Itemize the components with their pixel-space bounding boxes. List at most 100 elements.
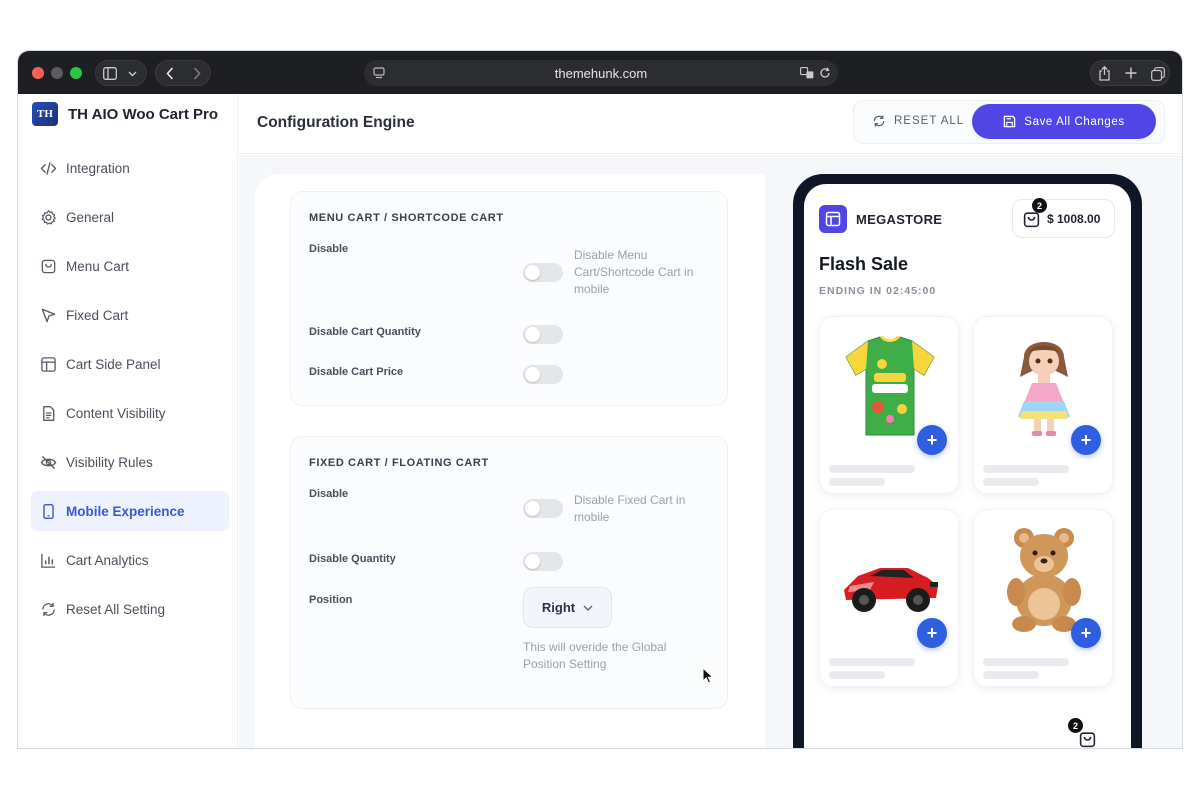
sidebar-item-label: Fixed Cart bbox=[66, 307, 129, 323]
tab-overview-icon[interactable] bbox=[1151, 67, 1165, 81]
sale-countdown: ENDING IN 02:45:00 bbox=[819, 285, 937, 297]
chevron-down-icon bbox=[583, 605, 593, 611]
page-header: Configuration Engine RESET ALL Save All … bbox=[239, 94, 1182, 154]
sidebar-item-label: Visibility Rules bbox=[66, 454, 153, 470]
placeholder-line bbox=[983, 465, 1069, 473]
disable-menu-cart-toggle[interactable] bbox=[523, 263, 563, 282]
save-all-changes-label: Save All Changes bbox=[1024, 115, 1125, 128]
add-to-cart-button[interactable]: + bbox=[1071, 618, 1101, 648]
position-select[interactable]: Right bbox=[523, 587, 612, 628]
sidebar-item-label: Cart Side Panel bbox=[66, 356, 161, 372]
position-hint: This will overide the Global Position Se… bbox=[523, 640, 667, 671]
product-card[interactable]: + bbox=[973, 316, 1113, 494]
placeholder-line bbox=[983, 658, 1069, 666]
sidebar-item-content-visibility[interactable]: Content Visibility bbox=[31, 393, 229, 433]
config-panel: MENU CART / SHORTCODE CART Disable Disab… bbox=[255, 174, 765, 748]
sidebar-item-cart-side-panel[interactable]: Cart Side Panel bbox=[31, 344, 229, 384]
sidebar-item-cart-analytics[interactable]: Cart Analytics bbox=[31, 540, 229, 580]
menu-cart-section: MENU CART / SHORTCODE CART Disable Disab… bbox=[290, 191, 728, 406]
history-nav bbox=[155, 60, 211, 86]
disable-cart-quantity-toggle[interactable] bbox=[523, 325, 563, 344]
flash-sale-title: Flash Sale bbox=[819, 254, 909, 274]
disable-fixed-cart-toggle[interactable] bbox=[523, 499, 563, 518]
sidebar-item-label: Menu Cart bbox=[66, 258, 130, 274]
document-icon bbox=[43, 405, 55, 421]
section-title: MENU CART / SHORTCODE CART bbox=[309, 212, 504, 224]
sidebar-item-fixed-cart[interactable]: Fixed Cart bbox=[31, 295, 229, 335]
share-icon[interactable] bbox=[1098, 66, 1111, 81]
sidebar-item-integration[interactable]: Integration bbox=[31, 148, 229, 188]
fixed-cart-section: FIXED CART / FLOATING CART Disable Disab… bbox=[290, 436, 728, 709]
gear-icon bbox=[41, 209, 56, 225]
placeholder-line bbox=[829, 671, 885, 679]
minimize-window-button[interactable] bbox=[51, 67, 63, 79]
sidebar-toggle-button[interactable] bbox=[95, 60, 147, 86]
mobile-icon bbox=[43, 503, 54, 519]
back-icon[interactable] bbox=[166, 67, 174, 80]
disable-fixed-cart-label: Disable bbox=[309, 488, 349, 500]
add-to-cart-button[interactable]: + bbox=[917, 425, 947, 455]
sidebar-item-label: Content Visibility bbox=[66, 405, 166, 421]
refresh-icon bbox=[42, 602, 55, 616]
forward-icon[interactable] bbox=[193, 67, 201, 80]
pointer-icon bbox=[41, 308, 56, 322]
sidebar-nav: Integration General Menu Cart Fixed Cart… bbox=[31, 148, 229, 638]
sidebar-item-general[interactable]: General bbox=[31, 197, 229, 237]
disable-quantity-toggle[interactable] bbox=[523, 552, 563, 571]
disable-cart-price-toggle[interactable] bbox=[523, 365, 563, 384]
url-text: themehunk.com bbox=[554, 66, 648, 81]
address-bar[interactable]: themehunk.com bbox=[364, 60, 838, 86]
brand: TH TH AIO Woo Cart Pro bbox=[32, 102, 218, 126]
store-logo bbox=[819, 205, 847, 233]
mobile-screen: MEGASTORE 2 $ 1008.00 Flash Sale ENDING … bbox=[804, 184, 1131, 748]
product-card[interactable]: + bbox=[819, 509, 959, 687]
product-card[interactable]: + bbox=[819, 316, 959, 494]
main-content: MENU CART / SHORTCODE CART Disable Disab… bbox=[239, 155, 1182, 748]
zoom-window-button[interactable] bbox=[70, 67, 82, 79]
floating-cart-count-badge: 2 bbox=[1068, 718, 1083, 733]
bar-chart-icon bbox=[41, 553, 56, 568]
translate-icon[interactable] bbox=[800, 67, 814, 79]
chevron-down-icon bbox=[128, 71, 137, 77]
sidebar-item-visibility-rules[interactable]: Visibility Rules bbox=[31, 442, 229, 482]
sidebar-icon bbox=[103, 67, 117, 80]
brand-logo: TH bbox=[32, 102, 58, 126]
floating-cart[interactable]: 2 bbox=[1068, 718, 1102, 748]
disable-cart-quantity-label: Disable Cart Quantity bbox=[309, 326, 421, 338]
cart-count-badge: 2 bbox=[1032, 198, 1047, 213]
reset-all-button[interactable]: RESET ALL bbox=[872, 114, 964, 128]
placeholder-line bbox=[829, 658, 915, 666]
cart-total: $ 1008.00 bbox=[1047, 212, 1101, 226]
sidebar-item-mobile-experience[interactable]: Mobile Experience bbox=[31, 491, 229, 531]
disable-quantity-label: Disable Quantity bbox=[309, 553, 396, 565]
browser-window: themehunk.com TH TH AIO Woo Cart Pro Int… bbox=[17, 50, 1183, 749]
section-title: FIXED CART / FLOATING CART bbox=[309, 457, 489, 469]
eye-off-icon bbox=[40, 455, 57, 469]
close-window-button[interactable] bbox=[32, 67, 44, 79]
add-to-cart-button[interactable]: + bbox=[1071, 425, 1101, 455]
refresh-icon bbox=[873, 115, 885, 127]
browser-actions bbox=[1090, 60, 1170, 86]
bag-icon bbox=[41, 259, 56, 273]
sidebar-item-reset-all-setting[interactable]: Reset All Setting bbox=[31, 589, 229, 629]
disable-menu-cart-hint: Disable Menu Cart/Shortcode Cart in mobi… bbox=[574, 248, 694, 296]
new-tab-icon[interactable] bbox=[1125, 67, 1137, 79]
sidebar-item-menu-cart[interactable]: Menu Cart bbox=[31, 246, 229, 286]
header-cart[interactable]: 2 $ 1008.00 bbox=[1012, 198, 1115, 238]
reload-icon[interactable] bbox=[819, 67, 831, 79]
add-to-cart-button[interactable]: + bbox=[917, 618, 947, 648]
position-label: Position bbox=[309, 594, 353, 606]
placeholder-line bbox=[829, 465, 915, 473]
mouse-cursor-icon bbox=[702, 667, 714, 684]
placeholder-line bbox=[983, 478, 1039, 486]
header-actions: RESET ALL Save All Changes bbox=[853, 100, 1165, 144]
reset-all-label: RESET ALL bbox=[894, 115, 965, 127]
sidebar-item-label: Integration bbox=[66, 160, 130, 176]
product-card[interactable]: + bbox=[973, 509, 1113, 687]
browser-toolbar: themehunk.com bbox=[18, 51, 1182, 94]
page-title: Configuration Engine bbox=[257, 114, 415, 131]
sidebar-item-label: Cart Analytics bbox=[66, 552, 149, 568]
bag-icon bbox=[1079, 732, 1096, 748]
save-all-changes-button[interactable]: Save All Changes bbox=[972, 104, 1156, 139]
sidebar-item-label: Mobile Experience bbox=[66, 503, 185, 519]
